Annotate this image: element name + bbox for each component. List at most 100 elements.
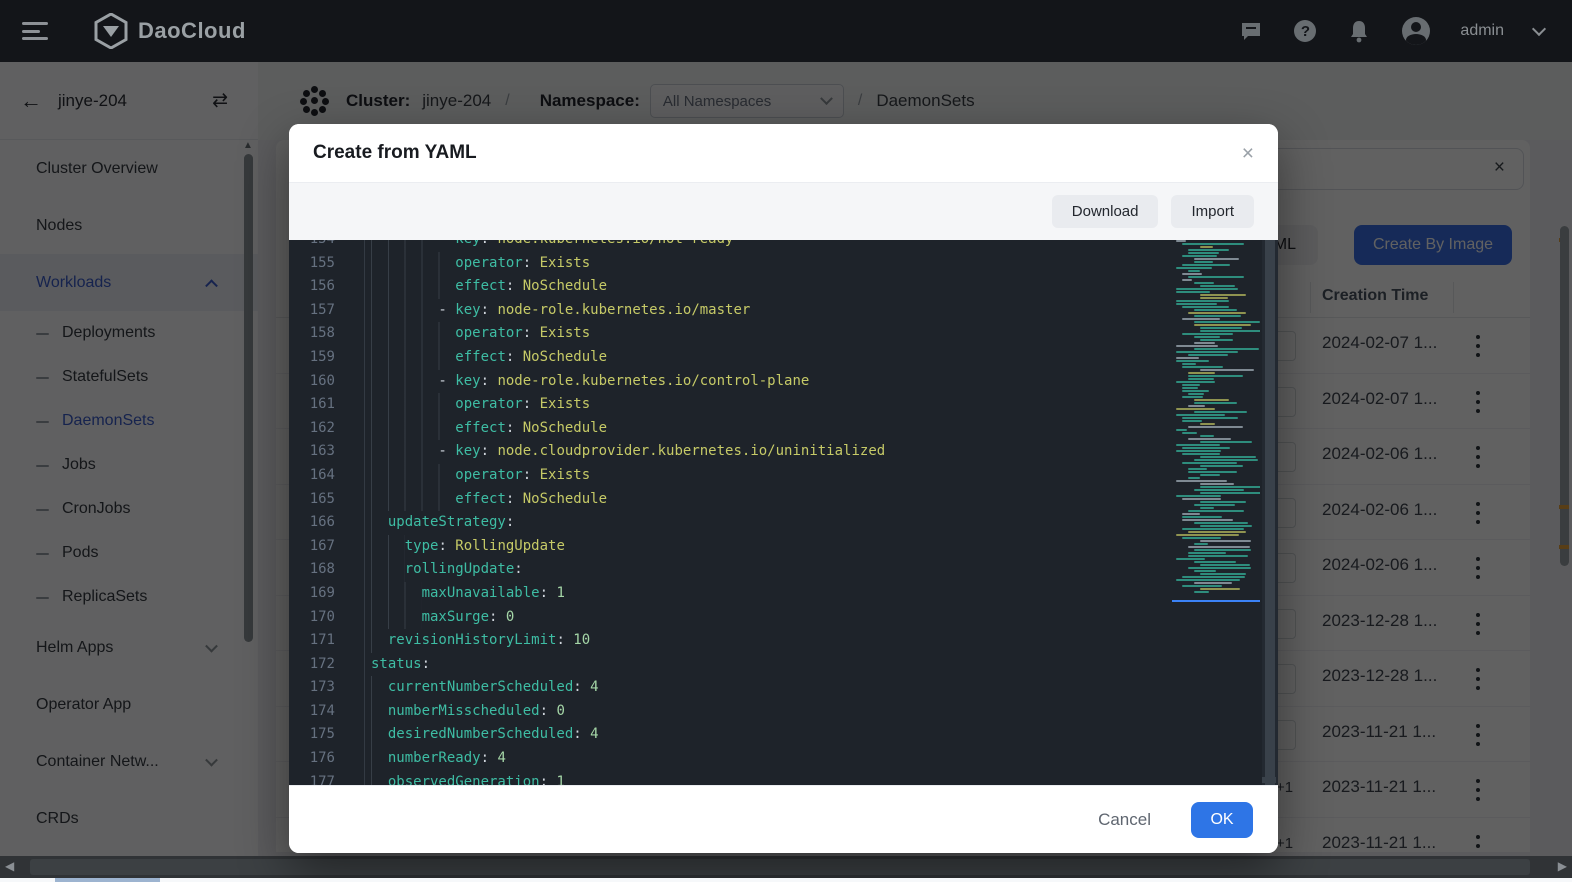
line-text: currentNumberScheduled: 4 bbox=[365, 676, 599, 700]
line-number: 175 bbox=[289, 723, 365, 747]
code-line: 174 numberMisscheduled: 0 bbox=[289, 700, 1278, 724]
line-text: - key: node.kubernetes.io/not-ready bbox=[365, 240, 733, 252]
line-number: 172 bbox=[289, 653, 365, 677]
line-number: 156 bbox=[289, 275, 365, 299]
line-text: effect: NoSchedule bbox=[365, 417, 607, 441]
scroll-left-icon[interactable]: ◀ bbox=[5, 859, 14, 873]
code-line: 158 operator: Exists bbox=[289, 322, 1278, 346]
line-number: 177 bbox=[289, 771, 365, 785]
line-text: numberMisscheduled: 0 bbox=[365, 700, 565, 724]
editor-hscroll-thumb[interactable] bbox=[1262, 777, 1276, 783]
browser-scrollbar[interactable] bbox=[0, 878, 1572, 882]
line-text: numberReady: 4 bbox=[365, 747, 506, 771]
help-icon[interactable]: ? bbox=[1294, 20, 1316, 42]
line-text: revisionHistoryLimit: 10 bbox=[365, 629, 590, 653]
line-text: operator: Exists bbox=[365, 322, 590, 346]
line-text: - key: node-role.kubernetes.io/master bbox=[365, 299, 750, 323]
code-line: 171 revisionHistoryLimit: 10 bbox=[289, 629, 1278, 653]
user-menu-chevron-icon[interactable] bbox=[1532, 22, 1546, 36]
line-text: type: RollingUpdate bbox=[365, 535, 565, 559]
modal-title: Create from YAML bbox=[313, 142, 477, 164]
code-line: 175 desiredNumberScheduled: 4 bbox=[289, 723, 1278, 747]
line-text: rollingUpdate: bbox=[365, 558, 523, 582]
line-text: desiredNumberScheduled: 4 bbox=[365, 723, 599, 747]
editor-minimap[interactable] bbox=[1172, 240, 1260, 605]
chat-icon[interactable] bbox=[1238, 18, 1264, 44]
code-line: 167 type: RollingUpdate bbox=[289, 535, 1278, 559]
ok-button[interactable]: OK bbox=[1191, 802, 1253, 838]
screen: ← jinye-204 ⇄ Cluster OverviewNodesWorkl… bbox=[0, 0, 1572, 882]
yaml-editor[interactable]: 154 - key: node.kubernetes.io/not-ready1… bbox=[289, 240, 1278, 785]
line-number: 176 bbox=[289, 747, 365, 771]
line-text: observedGeneration: 1 bbox=[365, 771, 565, 785]
line-number: 163 bbox=[289, 440, 365, 464]
editor-code: 154 - key: node.kubernetes.io/not-ready1… bbox=[289, 240, 1278, 785]
line-number: 162 bbox=[289, 417, 365, 441]
hscroll-thumb[interactable] bbox=[30, 859, 1530, 875]
daocloud-logo-icon bbox=[94, 13, 128, 49]
line-number: 168 bbox=[289, 558, 365, 582]
line-text: - key: node-role.kubernetes.io/control-p… bbox=[365, 370, 809, 394]
create-from-yaml-modal: Create from YAML × Download Import 154 -… bbox=[289, 124, 1278, 853]
line-text: maxUnavailable: 1 bbox=[365, 582, 565, 606]
line-number: 169 bbox=[289, 582, 365, 606]
line-number: 173 bbox=[289, 676, 365, 700]
code-line: 164 operator: Exists bbox=[289, 464, 1278, 488]
line-number: 171 bbox=[289, 629, 365, 653]
code-line: 159 effect: NoSchedule bbox=[289, 346, 1278, 370]
code-line: 168 rollingUpdate: bbox=[289, 558, 1278, 582]
code-line: 176 numberReady: 4 bbox=[289, 747, 1278, 771]
code-line: 163 - key: node.cloudprovider.kubernetes… bbox=[289, 440, 1278, 464]
line-number: 166 bbox=[289, 511, 365, 535]
line-number: 161 bbox=[289, 393, 365, 417]
download-button[interactable]: Download bbox=[1052, 195, 1159, 228]
editor-scrollbar[interactable] bbox=[1262, 240, 1278, 785]
code-line: 166 updateStrategy: bbox=[289, 511, 1278, 535]
brand-logo[interactable]: DaoCloud bbox=[94, 13, 246, 49]
scroll-right-icon[interactable]: ▶ bbox=[1558, 859, 1567, 873]
line-text: operator: Exists bbox=[365, 393, 590, 417]
code-line: 165 effect: NoSchedule bbox=[289, 488, 1278, 512]
code-line: 172status: bbox=[289, 653, 1278, 677]
avatar[interactable] bbox=[1402, 17, 1430, 45]
code-line: 162 effect: NoSchedule bbox=[289, 417, 1278, 441]
line-text: effect: NoSchedule bbox=[365, 275, 607, 299]
line-number: 167 bbox=[289, 535, 365, 559]
brand-name: DaoCloud bbox=[138, 18, 246, 44]
line-number: 157 bbox=[289, 299, 365, 323]
modal-header: Create from YAML × bbox=[289, 124, 1278, 182]
close-icon[interactable]: × bbox=[1242, 143, 1254, 164]
line-number: 160 bbox=[289, 370, 365, 394]
line-text: maxSurge: 0 bbox=[365, 606, 514, 630]
top-navbar: DaoCloud ? admin bbox=[0, 0, 1572, 62]
code-line: 173 currentNumberScheduled: 4 bbox=[289, 676, 1278, 700]
line-number: 158 bbox=[289, 322, 365, 346]
code-line: 155 operator: Exists bbox=[289, 252, 1278, 276]
username: admin bbox=[1460, 22, 1504, 40]
code-line: 161 operator: Exists bbox=[289, 393, 1278, 417]
line-text: operator: Exists bbox=[365, 464, 590, 488]
code-line: 160 - key: node-role.kubernetes.io/contr… bbox=[289, 370, 1278, 394]
code-line: 177 observedGeneration: 1 bbox=[289, 771, 1278, 785]
line-number: 154 bbox=[289, 240, 365, 252]
code-line: 156 effect: NoSchedule bbox=[289, 275, 1278, 299]
line-number: 174 bbox=[289, 700, 365, 724]
line-text: - key: node.cloudprovider.kubernetes.io/… bbox=[365, 440, 885, 464]
line-text: status: bbox=[365, 653, 430, 677]
modal-toolbar: Download Import bbox=[289, 182, 1278, 240]
import-button[interactable]: Import bbox=[1171, 195, 1254, 228]
code-line: 169 maxUnavailable: 1 bbox=[289, 582, 1278, 606]
bell-icon[interactable] bbox=[1346, 18, 1372, 44]
line-number: 164 bbox=[289, 464, 365, 488]
line-number: 170 bbox=[289, 606, 365, 630]
page-horizontal-scrollbar[interactable]: ◀ ▶ bbox=[0, 856, 1572, 878]
line-number: 155 bbox=[289, 252, 365, 276]
line-number: 159 bbox=[289, 346, 365, 370]
line-number: 165 bbox=[289, 488, 365, 512]
menu-icon[interactable] bbox=[22, 22, 48, 40]
navbar-actions: ? admin bbox=[1238, 17, 1544, 45]
cancel-button[interactable]: Cancel bbox=[1092, 809, 1157, 831]
line-text: effect: NoSchedule bbox=[365, 346, 607, 370]
modal-footer: Cancel OK bbox=[289, 785, 1278, 853]
line-text: effect: NoSchedule bbox=[365, 488, 607, 512]
